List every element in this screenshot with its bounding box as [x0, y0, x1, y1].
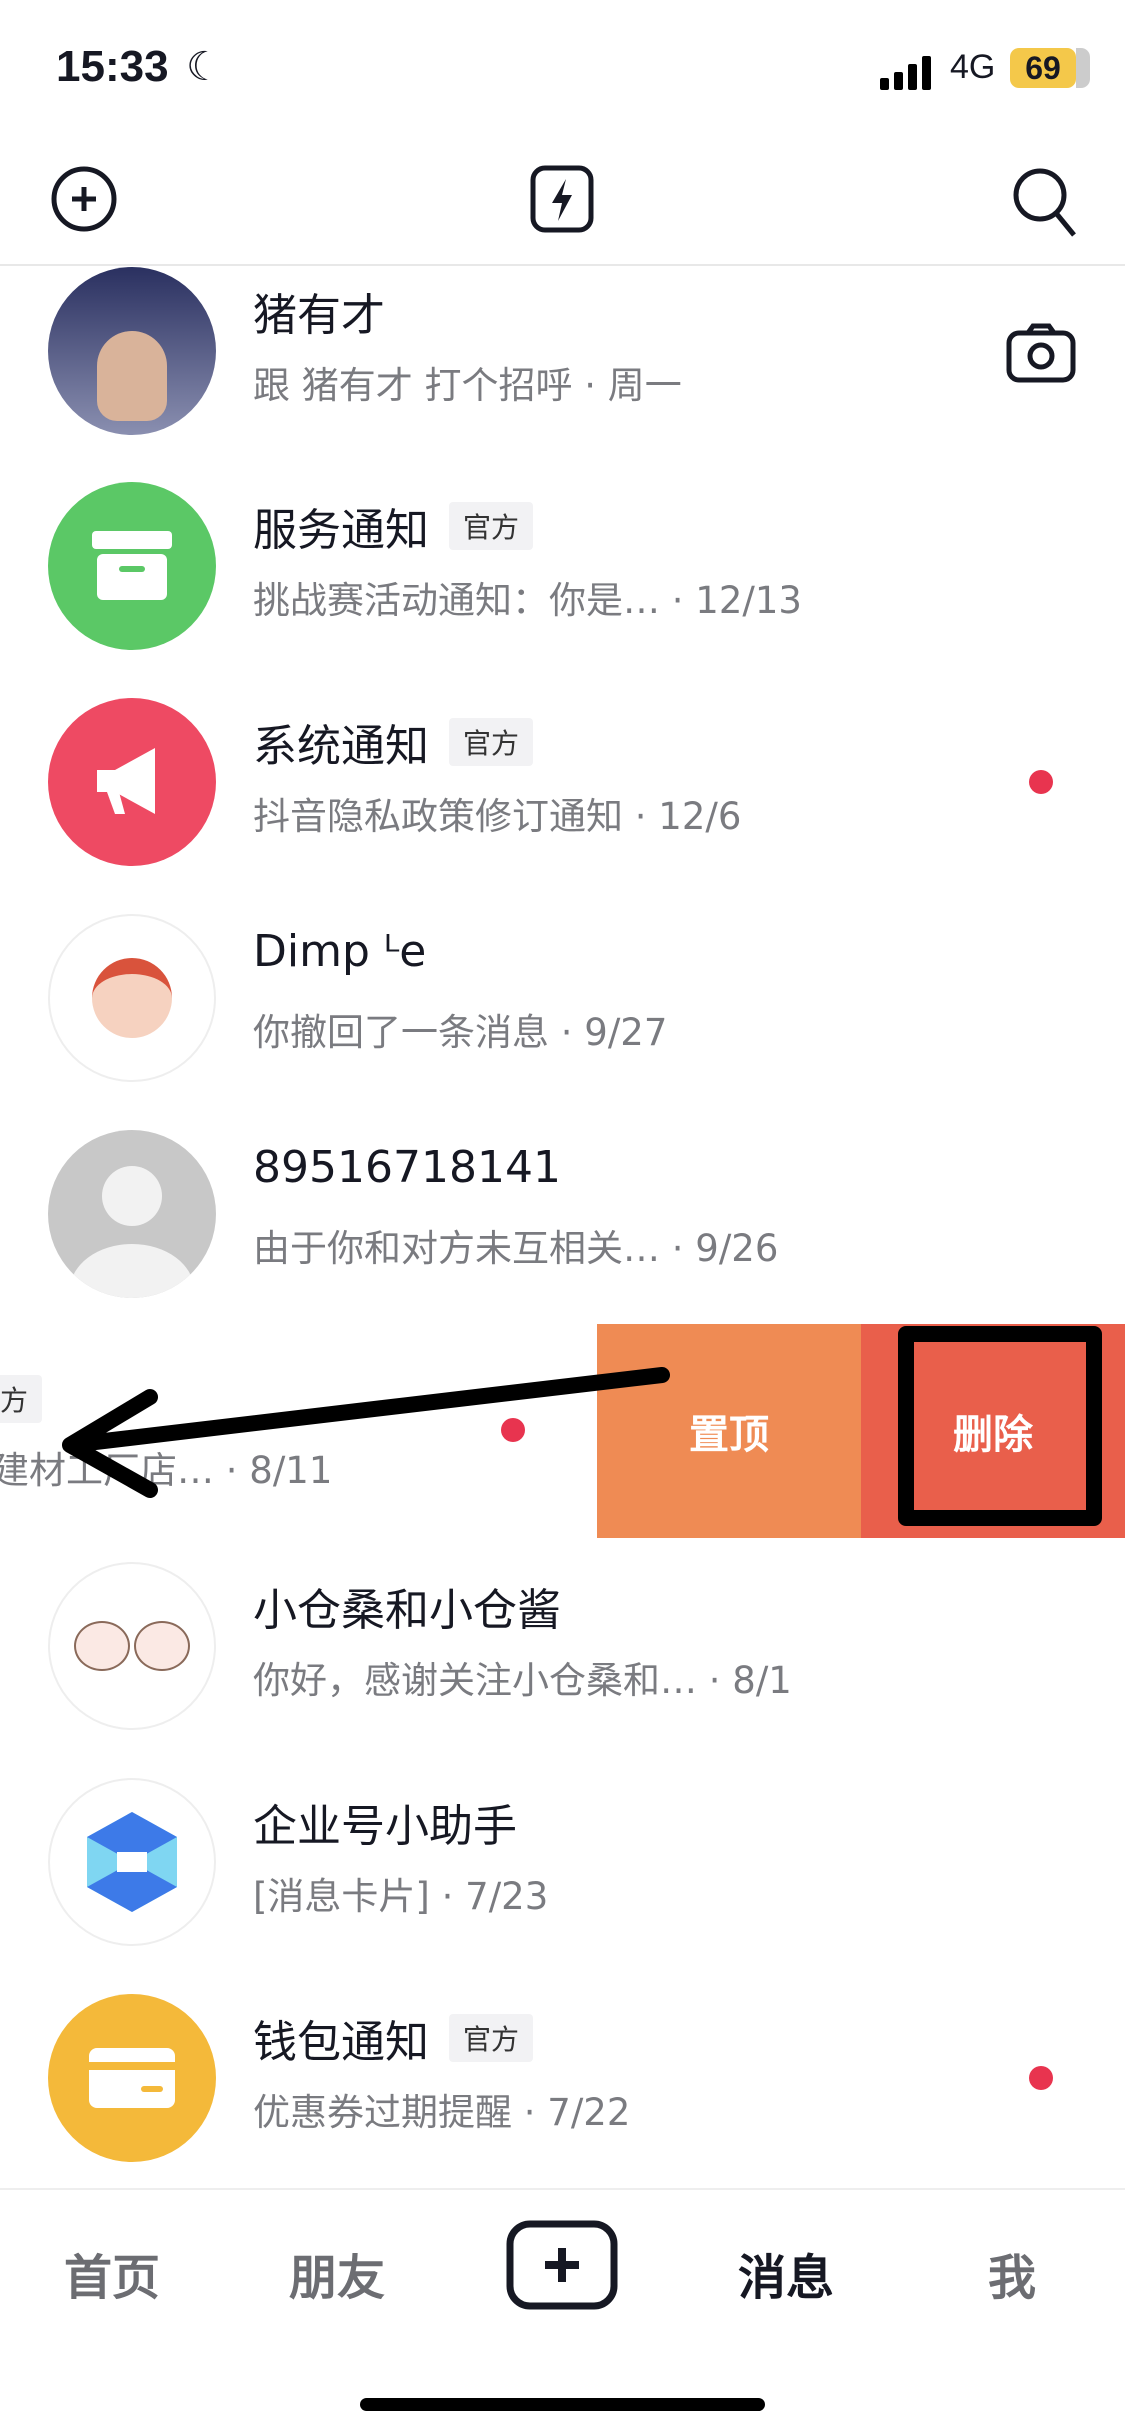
nav-friends[interactable]: 朋友	[289, 2238, 385, 2308]
conversation-subtitle: 跟 猪有才 打个招呼 · 周一	[253, 364, 682, 407]
conversation-row[interactable]: 企业号小助手 [消息卡片] · 7/23	[0, 1754, 1125, 1970]
conversation-subtitle: 你好，感谢关注小仓桑和… · 8/1	[253, 1659, 792, 1702]
camera-icon[interactable]	[1006, 323, 1076, 383]
home-indicator	[360, 2398, 765, 2411]
default-user-icon	[70, 1166, 194, 1298]
conversation-row[interactable]: 钱包通知 官方 优惠券过期提醒 · 7/22	[0, 1970, 1125, 2186]
highlight-box	[898, 1326, 1102, 1526]
conversation-name: 猪有才	[253, 290, 385, 341]
avatar	[48, 698, 216, 866]
conversation-subtitle: 抖音隐私政策修订通知 · 12/6	[253, 795, 742, 838]
official-badge: 官方	[449, 718, 534, 766]
unread-dot	[1029, 2066, 1053, 2090]
conversation-subtitle: 优惠券过期提醒 · 7/22	[253, 2091, 631, 2134]
conversation-name: 系统通知	[253, 721, 429, 772]
conversation-name: 服务通知	[253, 505, 429, 556]
megaphone-icon	[97, 748, 155, 814]
conversation-subtitle: [消息卡片] · 7/23	[253, 1875, 549, 1918]
conversation-row[interactable]: 系统通知 官方 抖音隐私政策修订通知 · 12/6	[0, 674, 1125, 890]
avatar	[48, 267, 216, 435]
avatar	[48, 1778, 216, 1946]
nav-home[interactable]: 首页	[64, 2238, 160, 2308]
nav-messages[interactable]: 消息	[738, 2238, 834, 2308]
search-icon[interactable]	[1010, 165, 1078, 237]
conversation-name: Dimp ᴸe	[253, 926, 427, 977]
battery-indicator: 69	[1010, 48, 1090, 88]
conversation-row[interactable]: 89516718141 由于你和对方未互相关… · 9/26	[0, 1106, 1125, 1322]
conversation-name: 89516718141	[253, 1142, 561, 1193]
conversation-row[interactable]: 服务通知 官方 挑战赛活动通知：你是… · 12/13	[0, 458, 1125, 674]
conversation-name: 企业号小助手	[253, 1801, 517, 1852]
avatar	[48, 914, 216, 1082]
enterprise-assistant-icon	[87, 1812, 177, 1912]
conversation-row[interactable]: Dimp ᴸe 你撤回了一条消息 · 9/27	[0, 890, 1125, 1106]
conversation-row[interactable]: 小仓桑和小仓酱 你好，感谢关注小仓桑和… · 8/1	[0, 1538, 1125, 1754]
avatar	[48, 1562, 216, 1730]
network-type: 4G	[950, 48, 996, 86]
avatar	[48, 1994, 216, 2162]
swipe-arrow-icon	[62, 1367, 670, 1498]
status-time: 15:33	[56, 42, 169, 91]
avatar	[48, 482, 216, 650]
flash-icon[interactable]	[530, 165, 594, 233]
conversation-subtitle: 你撤回了一条消息 · 9/27	[253, 1011, 668, 1054]
inbox-icon	[92, 531, 172, 600]
nav-me[interactable]: 我	[988, 2238, 1036, 2308]
conversation-row[interactable]: 猪有才 跟 猪有才 打个招呼 · 周一	[0, 243, 1125, 459]
conversation-subtitle: 挑战赛活动通知：你是… · 12/13	[253, 579, 802, 622]
conversation-name: 小仓桑和小仓酱	[253, 1585, 561, 1636]
conversation-subtitle: 由于你和对方未互相关… · 9/26	[253, 1227, 779, 1270]
create-post-button[interactable]	[506, 2220, 618, 2310]
signal-icon	[880, 56, 931, 90]
avatar	[48, 1130, 216, 1298]
conversation-name: 钱包通知	[253, 2017, 429, 2068]
add-circle-icon[interactable]	[50, 165, 118, 233]
official-badge: 官方	[449, 502, 534, 550]
official-badge: 官方	[449, 2014, 534, 2062]
wallet-card-icon	[89, 2048, 175, 2108]
moon-icon: ☾	[186, 44, 222, 90]
unread-dot	[1029, 770, 1053, 794]
